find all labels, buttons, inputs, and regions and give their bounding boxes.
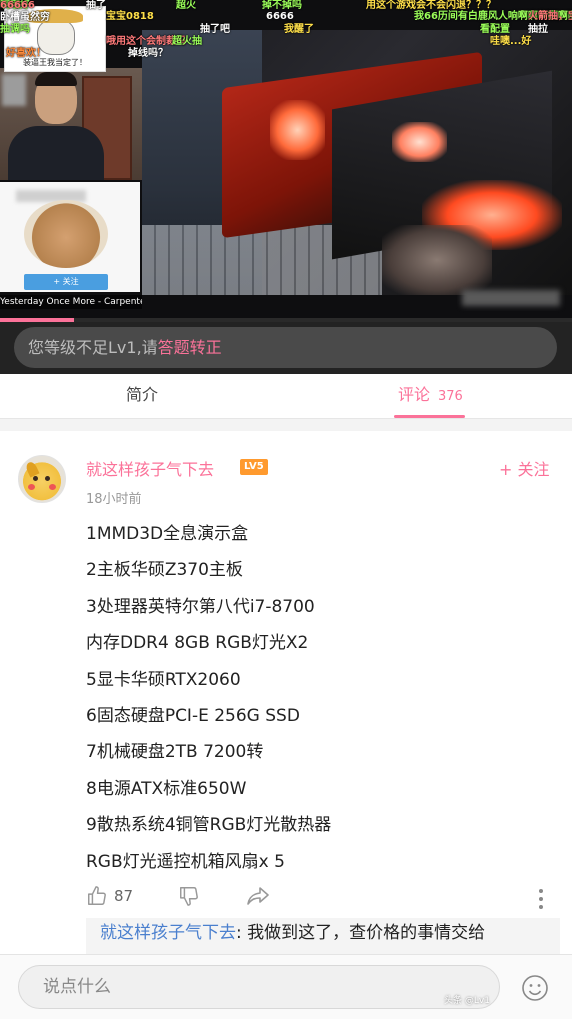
blurred-watermark <box>462 290 560 306</box>
tab-comments[interactable]: 评论 376 <box>398 374 463 418</box>
comment-line: 5显卡华硕RTX2060 <box>86 669 241 690</box>
section-divider <box>0 418 572 431</box>
follow-button[interactable]: + 关注 <box>499 456 550 480</box>
comment-line: 内存DDR4 8GB RGB灯光X2 <box>86 633 309 654</box>
emoji-button[interactable] <box>520 973 550 1003</box>
commenter-name[interactable]: 就这样孩子气下去 <box>86 456 214 480</box>
danmaku-comment: 掉不掉吗 <box>262 0 302 11</box>
level-notice-text: 您等级不足Lv1,请 <box>28 338 158 357</box>
thumbs-down-icon <box>180 887 198 906</box>
sticker-hat <box>27 9 83 23</box>
follow-card: + 关注 <box>0 182 140 292</box>
scene-rgb-light <box>270 100 325 160</box>
danmaku-comment: 宝宝0818 <box>106 11 154 22</box>
comment-line: 6固态硬盘PCI-E 256G SSD <box>86 706 300 727</box>
streamer-body <box>8 126 104 180</box>
scene-hand <box>382 225 492 295</box>
commenter-avatar[interactable] <box>18 455 66 503</box>
quiz-link[interactable]: 答题转正 <box>158 338 222 357</box>
overlay-follow-button[interactable]: + 关注 <box>24 274 108 290</box>
emoji-icon <box>522 975 548 1001</box>
level-notice[interactable]: 您等级不足Lv1,请答题转正 <box>14 327 557 368</box>
stream-video-frame <box>142 30 572 295</box>
avatar-cheek <box>49 484 56 490</box>
tab-comments-label: 评论 <box>398 385 431 404</box>
comment-line: 8电源ATX标准650W <box>86 778 247 799</box>
danmaku-comment: 我66历间有白鹿风人响啊啊啊啊啊啊啊 <box>414 11 572 22</box>
comment-count: 376 <box>438 389 463 404</box>
danmaku-comment: 6666 <box>266 11 294 22</box>
sticker-caption: 装逼王我当定了！ <box>23 58 87 67</box>
more-vertical-icon <box>539 889 543 909</box>
avatar-eye <box>33 476 38 481</box>
sticker-card: 装逼王我当定了！ <box>4 6 106 72</box>
avatar-eye <box>45 476 50 481</box>
comment-input[interactable]: 说点什么 <box>18 965 500 1009</box>
comment-input-bar: 说点什么 头条 @Lv1 <box>0 954 572 1019</box>
danmaku-comment: 超火 <box>176 0 196 11</box>
tab-bar: 简介 评论 376 <box>0 374 572 418</box>
comment-line: 7机械硬盘2TB 7200转 <box>86 742 264 763</box>
comment-line: RGB灯光遥控机箱风扇x 5 <box>86 851 285 872</box>
level-badge: LV5 <box>240 459 268 475</box>
sticker-face <box>37 19 75 55</box>
comment-line: 2主板华硕Z370主板 <box>86 560 243 581</box>
comment-item: 就这样孩子气下去 LV5 + 关注 18小时前 1MMD3D全息演示盒 2主板华… <box>0 431 572 963</box>
streamer-hair <box>35 72 77 86</box>
share-button[interactable] <box>246 881 270 911</box>
dislike-button[interactable] <box>178 881 200 911</box>
tab-intro[interactable]: 简介 <box>126 374 158 418</box>
video-player[interactable]: 装逼王我当定了！ + 关注 啊哦好 卧槽虽然穷 抽调吗 好喜欢！ 抽了 宝宝0818 哦用这… <box>0 0 572 322</box>
avatar-ear <box>24 460 40 478</box>
avatar-cheek <box>28 484 35 490</box>
reply-text: 就这样孩子气下去: 我做到这了，查价格的事情交给 <box>100 920 485 946</box>
scene-rgb-light <box>392 122 447 162</box>
now-playing-song: Yesterday Once More - Carpenters(00: <box>0 295 142 309</box>
comment-line: 3处理器英特尔第八代i7-8700 <box>86 596 315 617</box>
reply-author[interactable]: 就这样孩子气下去 <box>100 923 236 943</box>
source-watermark: 头条 @Lv1 <box>444 996 490 1006</box>
comment-time: 18小时前 <box>86 492 142 507</box>
streamer-webcam <box>0 68 142 180</box>
blurred-region <box>2 74 26 106</box>
like-count: 87 <box>114 887 134 905</box>
more-options-button[interactable] <box>538 884 544 914</box>
dog-avatar <box>24 200 108 268</box>
danmaku-input-bar: 您等级不足Lv1,请答题转正 <box>0 322 572 374</box>
share-icon <box>247 887 269 905</box>
thumbs-up-icon <box>88 886 106 905</box>
comment-actions: 87 <box>86 881 556 911</box>
comment-line: 1MMD3D全息演示盒 <box>86 524 249 544</box>
like-button[interactable]: 87 <box>86 881 133 911</box>
comment-line: 9散热系统4铜管RGB灯光散热器 <box>86 815 332 836</box>
comment-body: 1MMD3D全息演示盒 2主板华硕Z370主板 3处理器英特尔第八代i7-870… <box>86 516 556 880</box>
reply-content: : 我做到这了，查价格的事情交给 <box>236 923 486 943</box>
danmaku-comment: 用这个游戏会不会闪退？？？ <box>366 0 496 11</box>
danmaku-comment: 火箭抽，宝哥 <box>528 11 572 22</box>
